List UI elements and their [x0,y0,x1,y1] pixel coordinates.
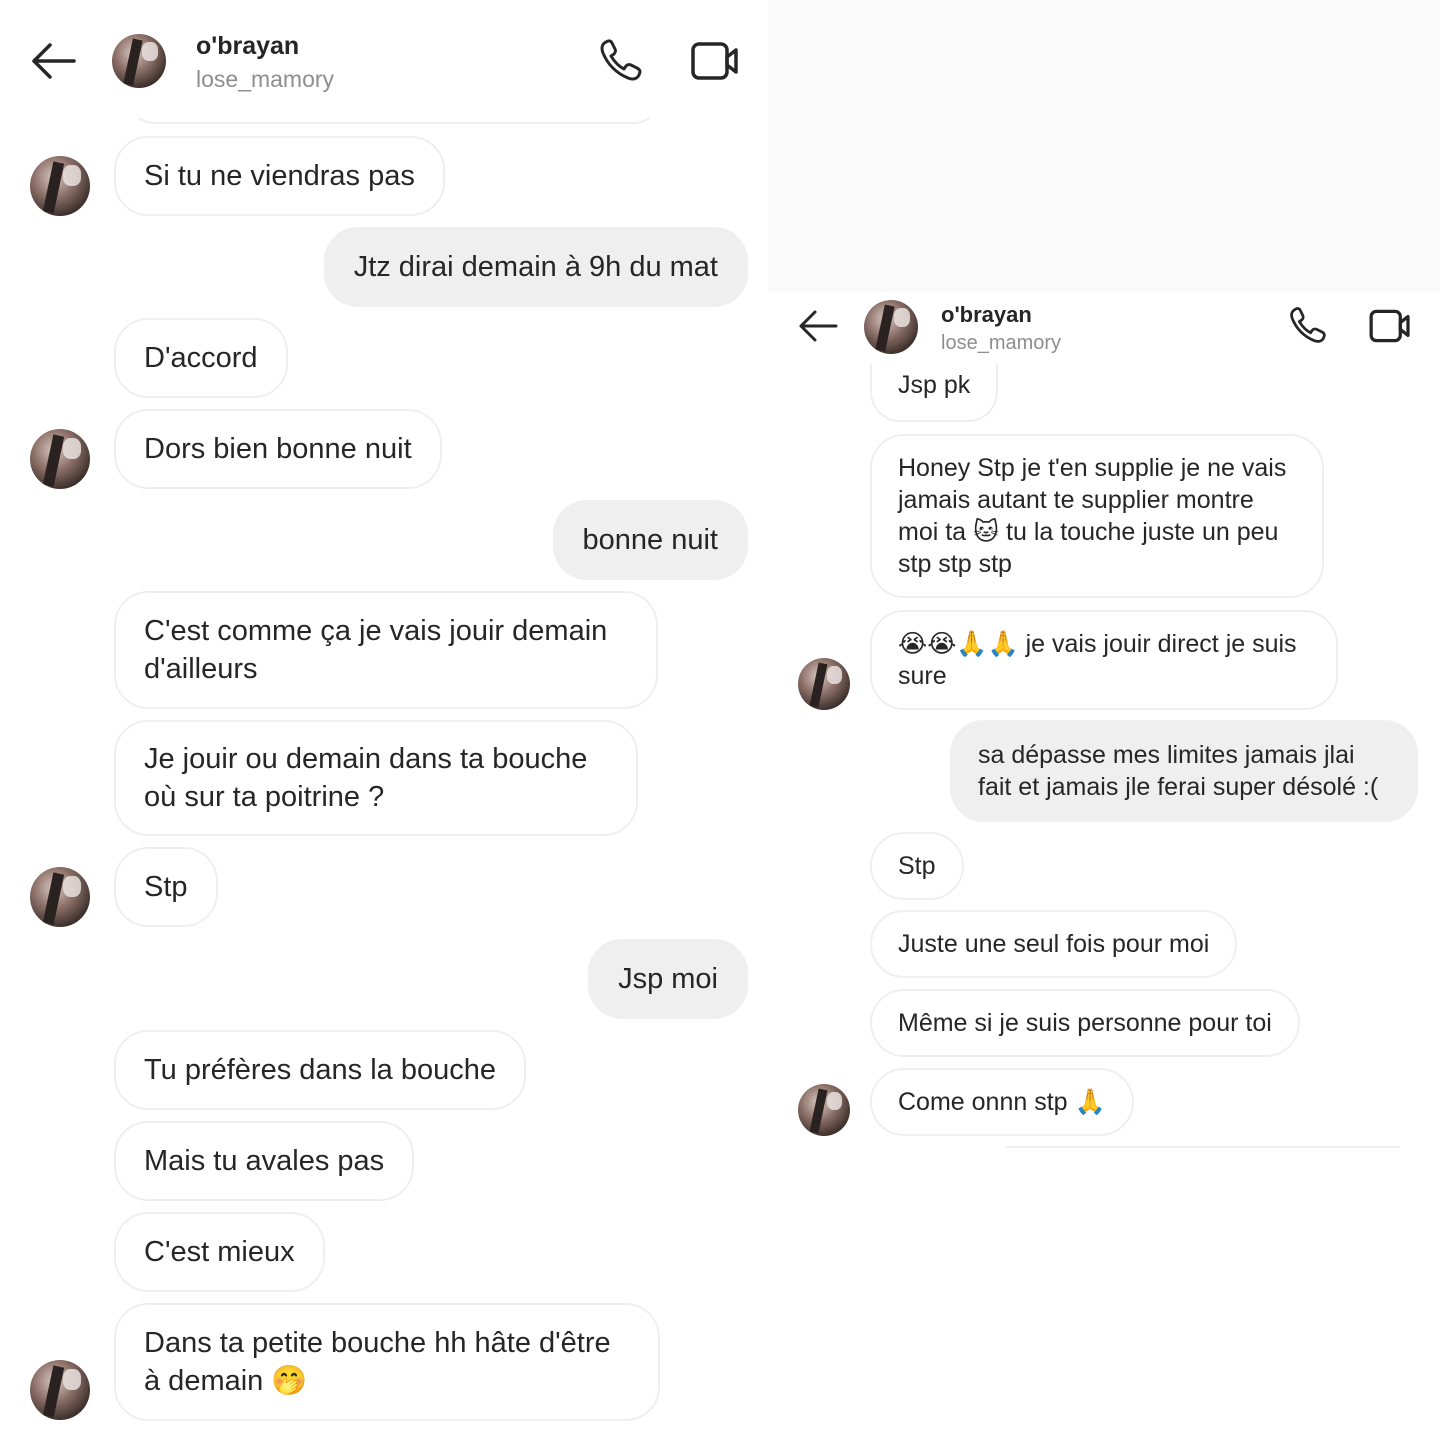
message-incoming[interactable]: Dans ta petite bouche hh hâte d'être à d… [114,1303,660,1421]
avatar[interactable] [864,300,918,354]
thread-username[interactable]: lose_mamory [196,66,334,93]
avatar[interactable] [112,34,166,88]
thread-name[interactable]: o'brayan [196,32,299,61]
blank-area [768,0,1440,292]
phone-icon [600,39,642,81]
video-call-button[interactable] [690,40,742,82]
chat-screenshot-right: o'brayan lose_mamory Jsp pk Honey Stp je… [776,292,1440,1440]
arrow-left-icon [32,43,76,79]
thread-username[interactable]: lose_mamory [941,332,1061,355]
message-incoming[interactable]: Stp [870,832,964,900]
video-camera-icon [691,42,738,80]
chat-header: o'brayan lose_mamory [776,292,1440,364]
call-button[interactable] [598,38,646,84]
message-incoming[interactable]: C'est comme ça je vais jouir demain d'ai… [114,591,658,709]
message-incoming[interactable]: Si tu ne viendras pas [114,136,445,216]
message-incoming[interactable]: D'accord [114,318,288,398]
message-outgoing[interactable]: Jtz dirai demain à 9h du mat [323,227,748,307]
avatar [30,156,90,216]
chat-header: o'brayan lose_mamory [0,0,768,118]
thread-name[interactable]: o'brayan [941,302,1032,328]
message-outgoing[interactable]: bonne nuit [552,500,748,580]
message-incoming[interactable]: Come onnn stp 🙏 [870,1068,1134,1136]
avatar [30,429,90,489]
message-incoming[interactable]: Juste une seul fois pour moi [870,910,1238,978]
message-incoming[interactable]: Je jouir ou demain dans ta bouche où sur… [114,720,638,836]
avatar [30,867,90,927]
avatar [798,1084,850,1136]
message-incoming[interactable]: Honey Stp je t'en supplie je ne vais jam… [870,434,1324,598]
video-call-button[interactable] [1368,308,1414,346]
avatar [798,658,850,710]
message-incoming[interactable]: C'est mieux [114,1212,325,1292]
back-button[interactable] [28,38,78,84]
chat-screenshot-left: o'brayan lose_mamory Si tu ne viendras p… [0,0,768,1440]
divider [1006,1146,1400,1148]
message-incoming[interactable]: Dors bien bonne nuit [114,409,442,489]
message-incoming[interactable]: Stp [114,847,218,927]
message-outgoing[interactable]: sa dépasse mes limites jamais jlai fait … [950,720,1418,822]
call-button[interactable] [1288,306,1330,346]
message-incoming[interactable]: Même si je suis personne pour toi [870,989,1300,1057]
video-camera-icon [1369,309,1410,343]
message-incoming[interactable]: Tu préfères dans la bouche [114,1030,526,1110]
arrow-left-icon [799,310,838,342]
avatar [30,1360,90,1420]
message-incoming[interactable]: Mais tu avales pas [114,1121,415,1201]
back-button[interactable] [796,306,840,346]
message-outgoing[interactable]: Jsp moi [588,939,748,1019]
message-incoming[interactable]: 😭😭🙏🙏 je vais jouir direct je suis sure [870,610,1338,710]
phone-icon [1290,307,1326,343]
